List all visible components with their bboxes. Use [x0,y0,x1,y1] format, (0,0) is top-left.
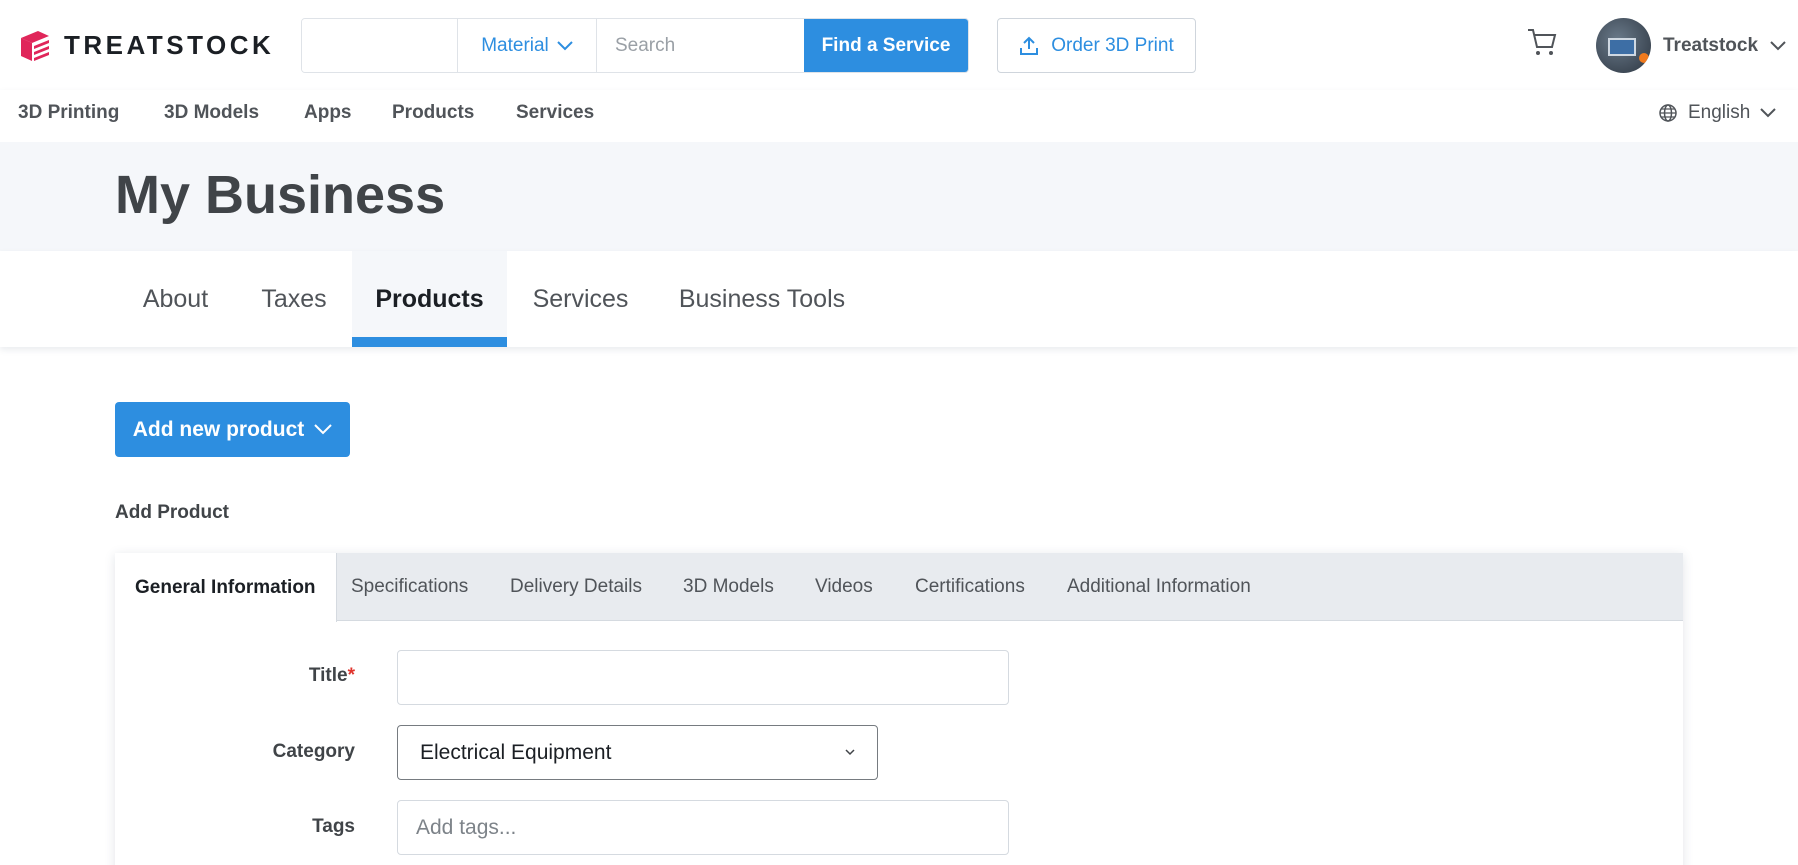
nav-item-apps[interactable]: Apps [304,102,352,124]
tab-delivery-details[interactable]: Delivery Details [510,553,642,621]
user-name: Treatstock [1663,34,1759,56]
page-header: My Business [0,142,1798,251]
tab-general-information[interactable]: General Information [115,553,337,622]
nav-item-services[interactable]: Services [516,102,594,124]
title-label: Title* [115,665,355,687]
tab-videos[interactable]: Videos [815,553,873,621]
section-label: Add Product [115,502,229,523]
globe-icon [1659,104,1677,122]
category-label: Category [272,741,355,762]
add-new-product-button[interactable]: Add new product [115,402,350,457]
find-service-button[interactable]: Find a Service [804,19,968,72]
brand-logo[interactable]: TREATSTOCK [18,28,274,62]
business-tabs: About Taxes Products Services Business T… [0,251,1798,347]
chevron-down-icon [1770,40,1786,50]
tab-3d-models[interactable]: 3D Models [683,553,774,621]
tab-business-tools[interactable]: Business Tools [654,251,870,347]
location-field[interactable] [302,19,458,72]
tab-certifications[interactable]: Certifications [915,553,1025,621]
tab-products[interactable]: Products [352,251,507,347]
cart-icon[interactable] [1526,26,1558,58]
main-nav: 3D Printing 3D Models Apps Products Serv… [0,90,1798,142]
search-bar: Material Find a Service [301,18,969,73]
product-form-card: General Information Specifications Deliv… [115,553,1683,865]
tab-additional-information[interactable]: Additional Information [1067,553,1251,621]
tags-label: Tags [312,816,355,837]
tab-services[interactable]: Services [507,251,654,347]
language-label: English [1688,102,1751,123]
product-form-tabs: General Information Specifications Deliv… [115,553,1683,622]
search-input[interactable] [597,19,804,72]
tab-specifications[interactable]: Specifications [351,553,468,621]
order-label: Order 3D Print [1051,34,1174,56]
upload-icon [1020,36,1039,55]
brand-name: TREATSTOCK [64,29,275,60]
nav-item-3d-printing[interactable]: 3D Printing [18,102,119,124]
order-3d-print-button[interactable]: Order 3D Print [997,18,1196,73]
avatar [1596,18,1651,73]
tab-taxes[interactable]: Taxes [236,251,352,347]
category-value: Electrical Equipment [420,740,612,764]
chevron-down-icon [314,424,332,435]
material-dropdown[interactable]: Material [458,19,597,72]
title-label-text: Title [308,665,348,686]
language-selector[interactable]: English [1658,102,1777,124]
nav-item-3d-models[interactable]: 3D Models [164,102,259,124]
page-title: My Business [115,165,446,225]
required-mark: * [347,665,355,686]
chevron-down-icon [557,40,573,50]
logo-icon [21,31,49,61]
nav-item-products[interactable]: Products [392,102,474,124]
chevron-down-icon [1760,108,1777,118]
tab-about[interactable]: About [115,251,236,347]
tags-input[interactable]: Add tags... [397,800,1009,855]
top-header: TREATSTOCK Material Find a Service Order… [0,0,1798,90]
status-dot [1639,53,1649,63]
chevron-down-icon [845,749,855,756]
user-menu[interactable]: Treatstock [1596,18,1786,73]
add-new-product-label: Add new product [132,417,305,441]
tags-placeholder: Add tags... [416,815,517,839]
material-label: Material [481,34,549,56]
title-input[interactable] [397,650,1009,705]
category-select[interactable]: Electrical Equipment [397,725,878,780]
